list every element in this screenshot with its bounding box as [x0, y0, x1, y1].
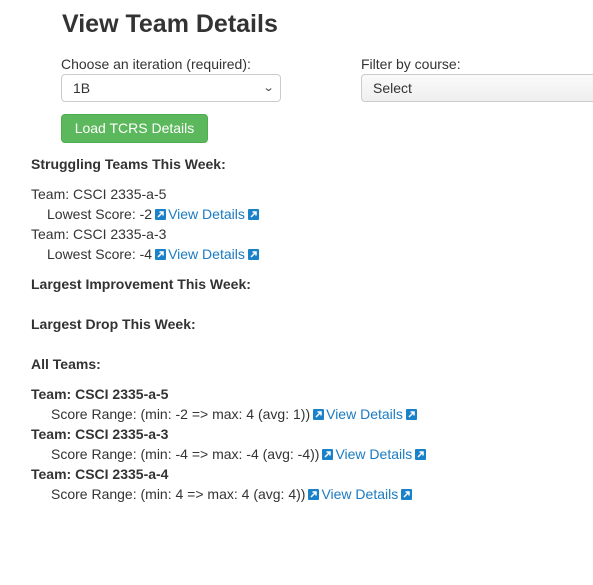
course-filter-select[interactable]: Select	[361, 74, 593, 102]
struggling-team-name: Team: CSCI 2335-a-3	[31, 226, 167, 242]
external-link-icon[interactable]	[313, 409, 325, 420]
score-range-text: Score Range: (min: -4 => max: -4 (avg: -…	[51, 446, 320, 462]
team-name: Team: CSCI 2335-a-4	[31, 466, 169, 482]
external-link-icon[interactable]	[247, 209, 259, 220]
page-title: View Team Details	[62, 10, 278, 38]
struggling-team-score-row: Lowest Score: -4 View Details	[47, 245, 261, 263]
iteration-selected-value: 1B	[73, 80, 91, 96]
all-teams-heading: All Teams:	[31, 356, 101, 372]
largest-drop-heading: Largest Drop This Week:	[31, 316, 196, 332]
view-details-link[interactable]: View Details	[326, 406, 403, 422]
external-link-icon[interactable]	[155, 249, 167, 260]
iteration-select[interactable]: 1B ⌄	[61, 74, 281, 102]
lowest-score-text: Lowest Score: -4	[47, 246, 153, 262]
largest-improvement-heading: Largest Improvement This Week:	[31, 276, 251, 292]
struggling-team-name: Team: CSCI 2335-a-5	[31, 186, 167, 202]
external-link-icon[interactable]	[308, 489, 320, 500]
external-link-icon[interactable]	[155, 209, 167, 220]
team-name: Team: CSCI 2335-a-3	[31, 426, 169, 442]
external-link-icon[interactable]	[405, 409, 417, 420]
view-details-link[interactable]: View Details	[335, 446, 412, 462]
score-range-row: Score Range: (min: 4 => max: 4 (avg: 4))…	[51, 485, 414, 503]
view-details-link[interactable]: View Details	[168, 246, 245, 262]
score-range-row: Score Range: (min: -4 => max: -4 (avg: -…	[51, 445, 428, 463]
score-range-row: Score Range: (min: -2 => max: 4 (avg: 1)…	[51, 405, 419, 423]
view-details-link[interactable]: View Details	[321, 486, 398, 502]
load-tcrs-details-button[interactable]: Load TCRS Details	[61, 114, 208, 143]
external-link-icon[interactable]	[322, 449, 334, 460]
external-link-icon[interactable]	[247, 249, 259, 260]
team-name: Team: CSCI 2335-a-5	[31, 386, 169, 402]
score-range-text: Score Range: (min: -2 => max: 4 (avg: 1)…	[51, 406, 311, 422]
external-link-icon[interactable]	[401, 489, 413, 500]
external-link-icon[interactable]	[415, 449, 427, 460]
iteration-label: Choose an iteration (required):	[61, 56, 251, 72]
course-selected-value: Select	[373, 80, 412, 96]
score-range-text: Score Range: (min: 4 => max: 4 (avg: 4))	[51, 486, 306, 502]
view-details-link[interactable]: View Details	[168, 206, 245, 222]
struggling-team-score-row: Lowest Score: -2 View Details	[47, 205, 261, 223]
lowest-score-text: Lowest Score: -2	[47, 206, 153, 222]
chevron-down-icon: ⌄	[262, 82, 275, 94]
struggling-teams-heading: Struggling Teams This Week:	[31, 156, 226, 172]
course-filter-label: Filter by course:	[361, 56, 461, 72]
